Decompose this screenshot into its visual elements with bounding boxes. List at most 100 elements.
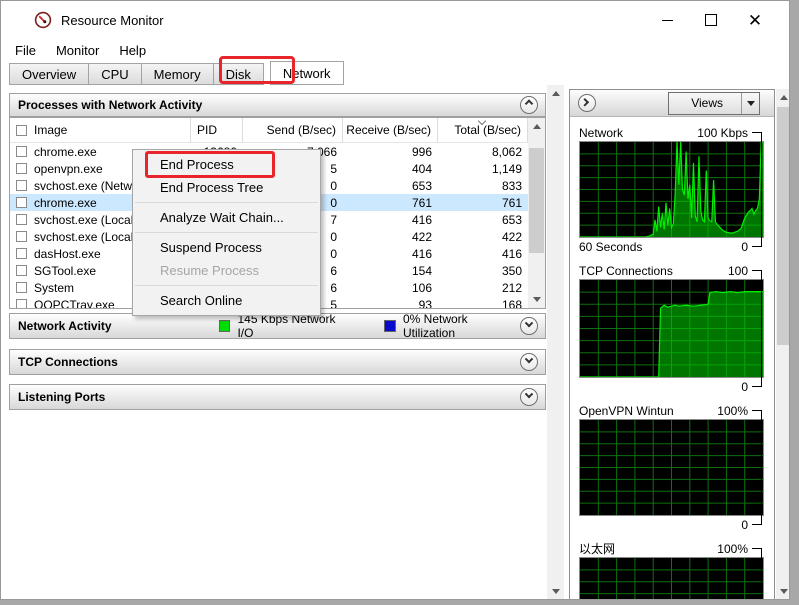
process-recv: 422	[411, 229, 432, 244]
chevron-down-icon	[524, 318, 534, 328]
graphs-panel-scrollbar[interactable]	[776, 89, 789, 599]
process-recv: 416	[411, 212, 432, 227]
process-recv: 106	[411, 280, 432, 295]
chart-ymin-label: 0	[741, 379, 748, 394]
row-checkbox[interactable]	[16, 248, 27, 259]
tab-disk[interactable]: Disk	[213, 63, 264, 85]
chevron-right-icon	[580, 98, 590, 107]
triangle-down-icon	[746, 100, 755, 106]
menu-item-suspend-process[interactable]: Suspend Process	[133, 236, 320, 259]
graphs-panel: Views Network 100 Kbps 60 Seconds 0 TCP …	[569, 89, 775, 599]
network-utilization-label: 0% Network Utilization	[402, 312, 468, 340]
column-header-send[interactable]: Send (B/sec)	[243, 118, 343, 142]
minimize-button[interactable]	[645, 5, 689, 35]
resource-monitor-icon	[34, 11, 52, 29]
row-checkbox[interactable]	[16, 299, 27, 308]
scroll-up-button[interactable]	[547, 85, 564, 102]
network-graph	[579, 141, 764, 238]
select-all-checkbox[interactable]	[16, 124, 27, 136]
menubar-item-help[interactable]: Help	[109, 41, 156, 60]
collapse-panel-button[interactable]	[578, 94, 596, 112]
maximize-button[interactable]	[689, 5, 733, 35]
menu-item-analyze-wait-chain[interactable]: Analyze Wait Chain...	[133, 206, 320, 229]
title-bar: Resource Monitor ✕	[1, 1, 789, 39]
chevron-up-icon	[524, 99, 534, 108]
views-dropdown-arrow[interactable]	[741, 92, 759, 114]
menu-separator	[135, 232, 318, 233]
network-io-swatch	[218, 320, 231, 332]
left-panel-scrollbar[interactable]	[547, 85, 564, 599]
process-image-name: svchost.exe (Netw	[34, 178, 133, 193]
menu-item-end-process-tree[interactable]: End Process Tree	[133, 176, 320, 199]
menu-item-end-process[interactable]: End Process	[133, 153, 320, 176]
chart-ymin-label: 0	[741, 239, 748, 254]
expand-tcp-connections-button[interactable]	[520, 353, 538, 371]
close-icon: ✕	[747, 10, 763, 30]
scroll-up-button[interactable]	[528, 118, 545, 135]
views-button-label: Views	[691, 96, 723, 110]
scrollbar-thumb[interactable]	[777, 107, 789, 345]
scale-bracket	[752, 548, 762, 599]
minimize-icon	[661, 19, 673, 21]
column-header-image[interactable]: Image	[10, 118, 191, 142]
processes-section-header: Processes with Network Activity	[9, 93, 546, 117]
menu-item-search-online[interactable]: Search Online	[133, 289, 320, 312]
process-recv: 996	[411, 144, 432, 159]
collapse-processes-button[interactable]	[520, 96, 538, 114]
tcp-chart-block: TCP Connections 100 0	[579, 262, 764, 395]
triangle-up-icon	[551, 91, 560, 96]
column-header-pid[interactable]: PID	[191, 118, 243, 142]
tab-cpu[interactable]: CPU	[89, 63, 142, 85]
tcp-connections-title: TCP Connections	[18, 355, 118, 369]
process-total: 350	[501, 263, 522, 278]
resource-monitor-window: Resource Monitor ✕ File Monitor Help Overv…	[0, 0, 790, 600]
triangle-down-icon	[532, 297, 541, 302]
menu-bar: File Monitor Help	[1, 39, 789, 61]
menu-item-resume-process: Resume Process	[160, 263, 259, 278]
menubar-item-monitor[interactable]: Monitor	[46, 41, 109, 60]
expand-network-activity-button[interactable]	[520, 317, 538, 335]
openvpn-chart-block: OpenVPN Wintun 100% 0	[579, 402, 764, 533]
processes-section-title: Processes with Network Activity	[18, 98, 203, 112]
process-total: 653	[501, 212, 522, 227]
process-image-name: dasHost.exe	[34, 246, 101, 261]
expand-listening-ports-button[interactable]	[520, 388, 538, 406]
process-image-name: svchost.exe (Local	[34, 229, 134, 244]
row-checkbox[interactable]	[16, 163, 27, 174]
row-checkbox[interactable]	[16, 265, 27, 276]
scroll-down-button[interactable]	[547, 583, 564, 599]
listening-ports-title: Listening Ports	[18, 390, 106, 404]
scroll-up-button[interactable]	[776, 89, 789, 106]
scroll-down-button[interactable]	[776, 583, 789, 599]
triangle-up-icon	[532, 124, 541, 129]
close-button[interactable]: ✕	[733, 5, 777, 35]
views-button[interactable]: Views	[668, 91, 760, 115]
tab-network[interactable]: Network	[269, 61, 344, 85]
tab-overview[interactable]: Overview	[9, 63, 90, 85]
tab-memory[interactable]: Memory	[141, 63, 214, 85]
process-total: 8,062	[491, 144, 522, 159]
column-header-receive[interactable]: Receive (B/sec)	[343, 118, 438, 142]
scroll-down-button[interactable]	[528, 291, 545, 308]
process-image-name: SGTool.exe	[34, 263, 97, 278]
row-checkbox[interactable]	[16, 146, 27, 157]
column-header-total[interactable]: Total (B/sec)	[438, 118, 528, 142]
row-checkbox[interactable]	[16, 197, 27, 208]
row-checkbox[interactable]	[16, 180, 27, 191]
menubar-item-file[interactable]: File	[5, 41, 46, 60]
network-activity-section-header: Network Activity 145 Kbps Network I/O 0%…	[9, 312, 546, 340]
process-recv: 761	[411, 195, 432, 210]
triangle-down-icon	[780, 589, 788, 594]
row-checkbox[interactable]	[16, 231, 27, 242]
context-menu: End Process End Process Tree Analyze Wait …	[132, 149, 321, 316]
graphs-toolbar: Views	[570, 90, 774, 117]
row-checkbox[interactable]	[16, 214, 27, 225]
scrollbar-thumb[interactable]	[529, 148, 544, 253]
table-scrollbar[interactable]	[528, 118, 545, 308]
row-checkbox[interactable]	[16, 282, 27, 293]
process-image-name: System	[34, 280, 75, 295]
listening-ports-section-header: Listening Ports	[9, 384, 546, 410]
process-recv: 653	[411, 178, 432, 193]
process-recv: 404	[411, 161, 432, 176]
chart-title: Network	[579, 125, 624, 140]
